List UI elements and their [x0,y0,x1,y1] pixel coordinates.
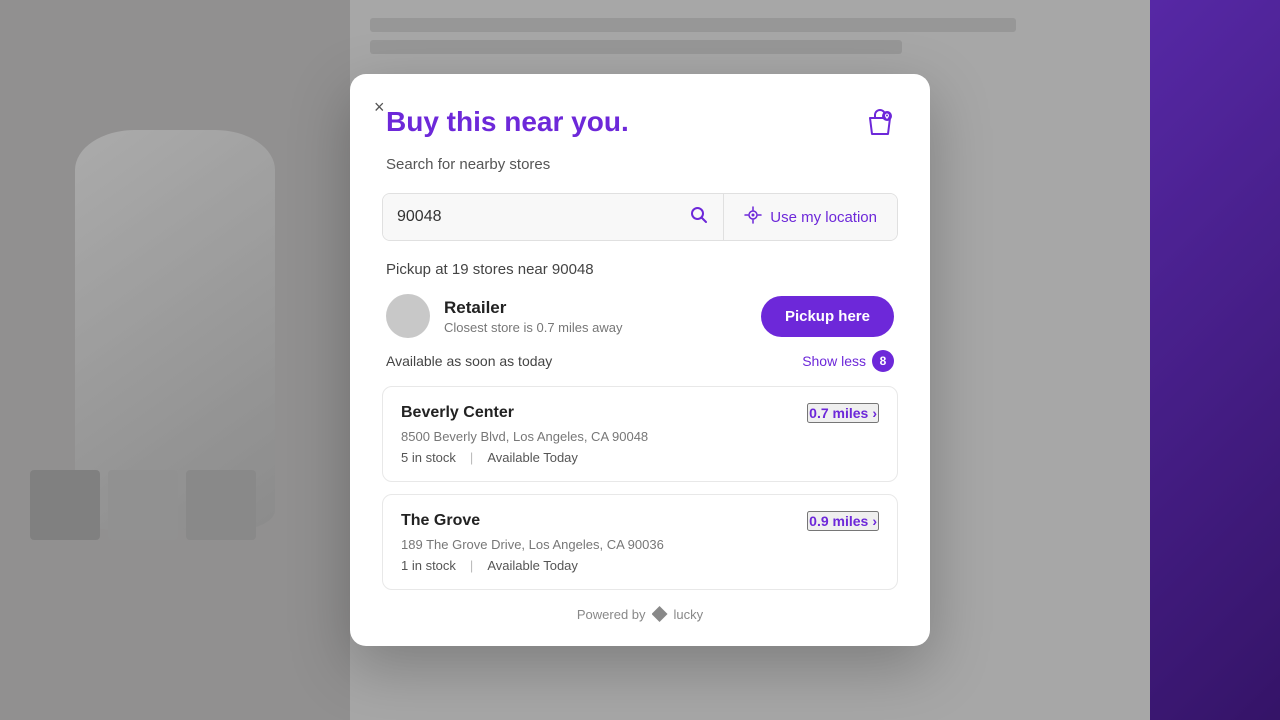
retailer-row: Retailer Closest store is 0.7 miles away… [382,294,898,338]
retailer-details: Retailer Closest store is 0.7 miles away [444,298,622,335]
stock-sep-1: | [470,558,473,573]
available-today-1: Available Today [487,558,578,573]
shopping-bag-icon [862,104,898,148]
search-button[interactable] [689,205,709,230]
zip-search-input[interactable] [397,194,689,240]
show-less-label: Show less [802,353,866,369]
retailer-name: Retailer [444,298,622,318]
store-distance-label-0: 0.7 miles [809,405,868,421]
store-address-1: 189 The Grove Drive, Los Angeles, CA 900… [401,537,879,552]
lucky-brand-label: lucky [674,607,704,622]
store-card-1: The Grove 0.9 miles › 189 The Grove Driv… [382,494,898,590]
show-less-button[interactable]: Show less 8 [802,350,894,372]
store-card-header-1: The Grove 0.9 miles › [401,511,879,531]
use-my-location-label: Use my location [770,209,877,226]
stock-sep-0: | [470,450,473,465]
store-card-header-0: Beverly Center 0.7 miles › [401,403,879,423]
modal-title: Buy this near you. [386,106,629,138]
search-area: Use my location [382,193,898,241]
store-card-0: Beverly Center 0.7 miles › 8500 Beverly … [382,386,898,482]
available-today-0: Available Today [487,450,578,465]
store-count-badge: 8 [872,350,894,372]
stock-count-1: 1 in stock [401,558,456,573]
location-target-icon [744,206,762,228]
store-name-0: Beverly Center [401,404,514,422]
pickup-here-button[interactable]: Pickup here [761,296,894,337]
store-address-0: 8500 Beverly Blvd, Los Angeles, CA 90048 [401,429,879,444]
modal-container: × Buy this near you. Search for nearby s… [350,74,930,646]
retailer-info: Retailer Closest store is 0.7 miles away [386,294,622,338]
search-input-wrapper [383,194,724,240]
store-stock-row-1: 1 in stock | Available Today [401,558,879,573]
modal-subtitle: Search for nearby stores [382,156,898,173]
powered-by-label: Powered by [577,607,646,622]
modal-header: Buy this near you. [382,102,898,148]
available-text: Available as soon as today [386,353,552,369]
chevron-right-icon-0: › [872,405,877,421]
powered-by-footer: Powered by lucky [382,606,898,622]
close-button[interactable]: × [370,94,389,120]
store-distance-label-1: 0.9 miles [809,513,868,529]
store-distance-1[interactable]: 0.9 miles › [807,511,879,531]
store-name-1: The Grove [401,512,480,530]
pickup-summary: Pickup at 19 stores near 90048 [382,261,898,278]
modal-overlay: × Buy this near you. Search for nearby s… [0,0,1280,720]
stock-count-0: 5 in stock [401,450,456,465]
lucky-diamond-icon [652,606,668,622]
available-row: Available as soon as today Show less 8 [382,350,898,372]
retailer-subtitle: Closest store is 0.7 miles away [444,320,622,335]
chevron-right-icon-1: › [872,513,877,529]
store-distance-0[interactable]: 0.7 miles › [807,403,879,423]
store-stock-row-0: 5 in stock | Available Today [401,450,879,465]
retailer-avatar [386,294,430,338]
use-my-location-button[interactable]: Use my location [724,194,897,240]
